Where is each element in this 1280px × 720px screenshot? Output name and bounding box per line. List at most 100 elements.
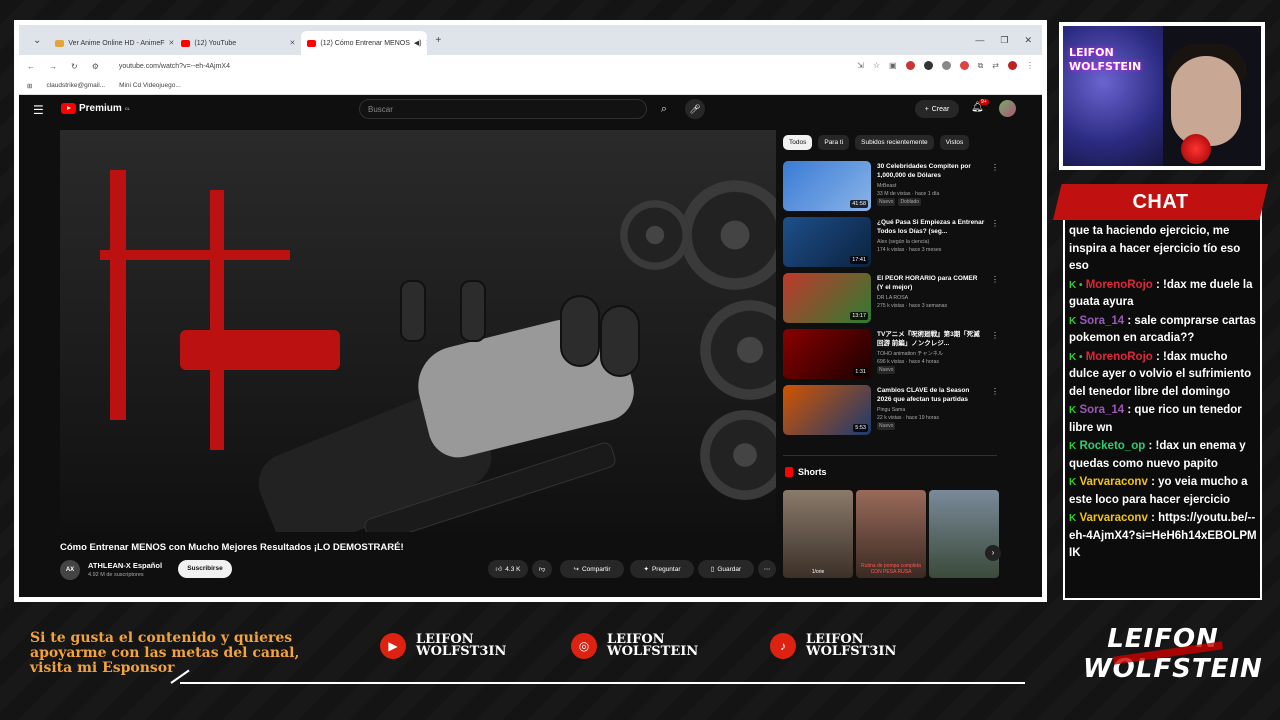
more-vert-icon[interactable]: ⋮ bbox=[991, 387, 999, 396]
bookmark-star-icon[interactable]: ☆ bbox=[873, 61, 880, 71]
chevron-right-icon[interactable]: › bbox=[985, 545, 1001, 561]
channel-avatar[interactable]: AX bbox=[60, 560, 80, 580]
extension-icon[interactable] bbox=[905, 61, 915, 70]
audio-icon[interactable]: ◀) bbox=[414, 39, 422, 47]
kick-badge-icon: K • bbox=[1069, 279, 1083, 291]
recommendations-list: 41:58 30 Celebridades Compiten por 1,000… bbox=[783, 161, 1003, 441]
bookmark-minicd[interactable]: Mini Cd Videojuego... bbox=[119, 82, 181, 89]
search-placeholder: Buscar bbox=[368, 105, 393, 114]
extension-icon[interactable]: ▣ bbox=[889, 61, 897, 71]
chat-username[interactable]: Sora_14 bbox=[1079, 315, 1124, 327]
more-actions-button[interactable]: ⋯ bbox=[758, 560, 776, 578]
recommendation-item[interactable]: 5:53 Cambios CLAVE de la Season 2026 que… bbox=[783, 385, 1003, 440]
tab-youtube-home[interactable]: (12) YouTube ✕ bbox=[175, 31, 301, 55]
subscribe-button[interactable]: Suscribirse bbox=[178, 560, 232, 578]
recommendation-title[interactable]: 30 Celebridades Compiten por 1,000,000 d… bbox=[877, 162, 985, 180]
reload-icon[interactable]: ↻ bbox=[71, 62, 78, 71]
forward-icon[interactable]: → bbox=[49, 62, 57, 71]
extension-icon[interactable] bbox=[941, 61, 951, 70]
site-info-icon[interactable]: ⚙ bbox=[92, 62, 99, 71]
video-title: Cómo Entrenar MENOS con Mucho Mejores Re… bbox=[60, 542, 404, 553]
tab-animef[interactable]: Ver Anime Online HD - AnimeF ✕ bbox=[49, 31, 175, 55]
channel-name[interactable]: ATHLEAN-X Español bbox=[88, 561, 162, 570]
recommendation-stats: 696 k vistas · hace 4 horas bbox=[877, 359, 939, 365]
chat-username[interactable]: Varvaraconv bbox=[1079, 512, 1147, 524]
close-tab-icon[interactable]: ✕ bbox=[290, 39, 296, 47]
recommendation-item[interactable]: 1:31 TVアニメ『呪術廻戦』第3期「死滅回游 前編」ノンクレジ... TOH… bbox=[783, 329, 1003, 384]
chat-username[interactable]: MorenoRojo bbox=[1086, 351, 1153, 363]
tab-bar: ⌄ Ver Anime Online HD - AnimeF ✕ (12) Yo… bbox=[19, 25, 1042, 55]
chat-username[interactable]: Varvaraconv bbox=[1079, 476, 1147, 488]
duration-badge: 5:53 bbox=[853, 424, 868, 432]
create-button[interactable]: + Crear bbox=[915, 100, 959, 118]
brand-line-2: WOLFSTEIN bbox=[1083, 654, 1263, 684]
bookmark-gmail[interactable]: claudstrike@gmail... bbox=[46, 82, 105, 89]
recommendation-channel[interactable]: TOHO animation チャンネル bbox=[877, 350, 987, 358]
recommendation-meta: Pingu Sama 22 k vistas · hace 19 horas N… bbox=[877, 406, 987, 430]
tab-youtube-video[interactable]: (12) Cómo Entrenar MENOS ◀) ✕ bbox=[301, 31, 428, 55]
save-button[interactable]: ▯ Guardar bbox=[698, 560, 754, 578]
back-icon[interactable]: ← bbox=[27, 62, 35, 71]
recommendation-item[interactable]: 41:58 30 Celebridades Compiten por 1,000… bbox=[783, 161, 1003, 216]
more-vert-icon[interactable]: ⋮ bbox=[991, 275, 999, 284]
more-vert-icon[interactable]: ⋮ bbox=[991, 331, 999, 340]
dislike-button[interactable]: 👎︎ bbox=[532, 560, 552, 578]
apps-grid-icon[interactable]: ⊞ bbox=[27, 82, 32, 90]
gmail-extension-icon[interactable] bbox=[959, 61, 969, 70]
video-thumbnail[interactable]: 41:58 bbox=[783, 161, 871, 211]
recommendation-title[interactable]: ¿Qué Pasa Si Empiezas a Entrenar Todos l… bbox=[877, 218, 985, 236]
browser-menu-icon[interactable]: ⋮ bbox=[1026, 61, 1034, 71]
recommendation-channel[interactable]: DR LA ROSA bbox=[877, 294, 987, 302]
shorts-header: Shorts bbox=[785, 467, 827, 477]
search-input[interactable]: Buscar bbox=[359, 99, 647, 119]
short-item[interactable]: Rutina de pompa completa CON PESA RUSA bbox=[856, 490, 926, 578]
recommendation-item[interactable]: 17:41 ¿Qué Pasa Si Empiezas a Entrenar T… bbox=[783, 217, 1003, 272]
search-icon[interactable]: ⌕ bbox=[649, 99, 679, 119]
chat-message: K • MorenoRojo : !dax me duele la guata … bbox=[1069, 277, 1259, 312]
hamburger-menu-icon[interactable]: ☰ bbox=[33, 103, 44, 117]
close-tab-icon[interactable]: ✕ bbox=[168, 39, 174, 47]
profile-switch-icon[interactable]: ⇄ bbox=[992, 61, 999, 71]
restore-icon[interactable]: ❐ bbox=[1000, 35, 1008, 46]
account-avatar[interactable] bbox=[999, 100, 1016, 117]
video-thumbnail[interactable]: 13:17 bbox=[783, 273, 871, 323]
share-button[interactable]: ↪ Compartir bbox=[560, 560, 624, 578]
bookmark-icon: ▯ bbox=[710, 566, 715, 573]
recommendation-channel[interactable]: Pingu Sama bbox=[877, 406, 987, 414]
ask-button[interactable]: ✦ Preguntar bbox=[630, 560, 694, 578]
recommendation-title[interactable]: TVアニメ『呪術廻戦』第3期「死滅回游 前編」ノンクレジ... bbox=[877, 330, 985, 348]
chip-recent[interactable]: Subidos recientemente bbox=[855, 135, 934, 150]
recommendation-channel[interactable]: Alex (según la ciencia) bbox=[877, 238, 987, 246]
youtube-logo[interactable]: Premium CL bbox=[61, 103, 130, 114]
chat-username[interactable]: MorenoRojo bbox=[1086, 279, 1153, 291]
video-thumbnail[interactable]: 17:41 bbox=[783, 217, 871, 267]
minimize-icon[interactable]: — bbox=[975, 35, 984, 46]
url-field[interactable]: youtube.com/watch?v=--eh-4AjmX4 bbox=[113, 63, 843, 70]
puzzle-icon[interactable]: ⧉ bbox=[978, 61, 984, 71]
chat-username[interactable]: Rocketo_op bbox=[1079, 440, 1145, 452]
short-item[interactable] bbox=[929, 490, 999, 578]
video-thumbnail[interactable]: 5:53 bbox=[783, 385, 871, 435]
recommendation-title[interactable]: El PEOR HORARIO para COMER (Y el mejor) bbox=[877, 274, 985, 292]
new-tab-button[interactable]: + bbox=[427, 35, 449, 46]
video-player[interactable] bbox=[60, 130, 776, 532]
microphone-icon[interactable]: 🎤︎ bbox=[685, 99, 705, 119]
video-thumbnail[interactable]: 1:31 bbox=[783, 329, 871, 379]
chip-for-you[interactable]: Para ti bbox=[818, 135, 850, 150]
extension-icon[interactable] bbox=[923, 61, 933, 70]
install-icon[interactable]: ⇲ bbox=[857, 61, 864, 71]
recommendation-title[interactable]: Cambios CLAVE de la Season 2026 que afec… bbox=[877, 386, 985, 404]
tab-label: (12) Cómo Entrenar MENOS bbox=[320, 39, 410, 47]
more-vert-icon[interactable]: ⋮ bbox=[991, 219, 999, 228]
chip-watched[interactable]: Vistos bbox=[939, 135, 970, 150]
close-window-icon[interactable]: ✕ bbox=[1024, 35, 1032, 46]
short-item[interactable]: 1/orie bbox=[783, 490, 853, 578]
tab-search-icon[interactable]: ⌄ bbox=[25, 35, 49, 46]
chip-all[interactable]: Todos bbox=[783, 135, 813, 150]
chat-username[interactable]: Sora_14 bbox=[1079, 404, 1124, 416]
more-vert-icon[interactable]: ⋮ bbox=[991, 163, 999, 172]
recommendation-channel[interactable]: MrBeast bbox=[877, 182, 987, 190]
like-button[interactable]: 👍︎ 4.3 K bbox=[488, 560, 528, 578]
recommendation-item[interactable]: 13:17 El PEOR HORARIO para COMER (Y el m… bbox=[783, 273, 1003, 328]
profile-icon[interactable] bbox=[1008, 61, 1017, 70]
